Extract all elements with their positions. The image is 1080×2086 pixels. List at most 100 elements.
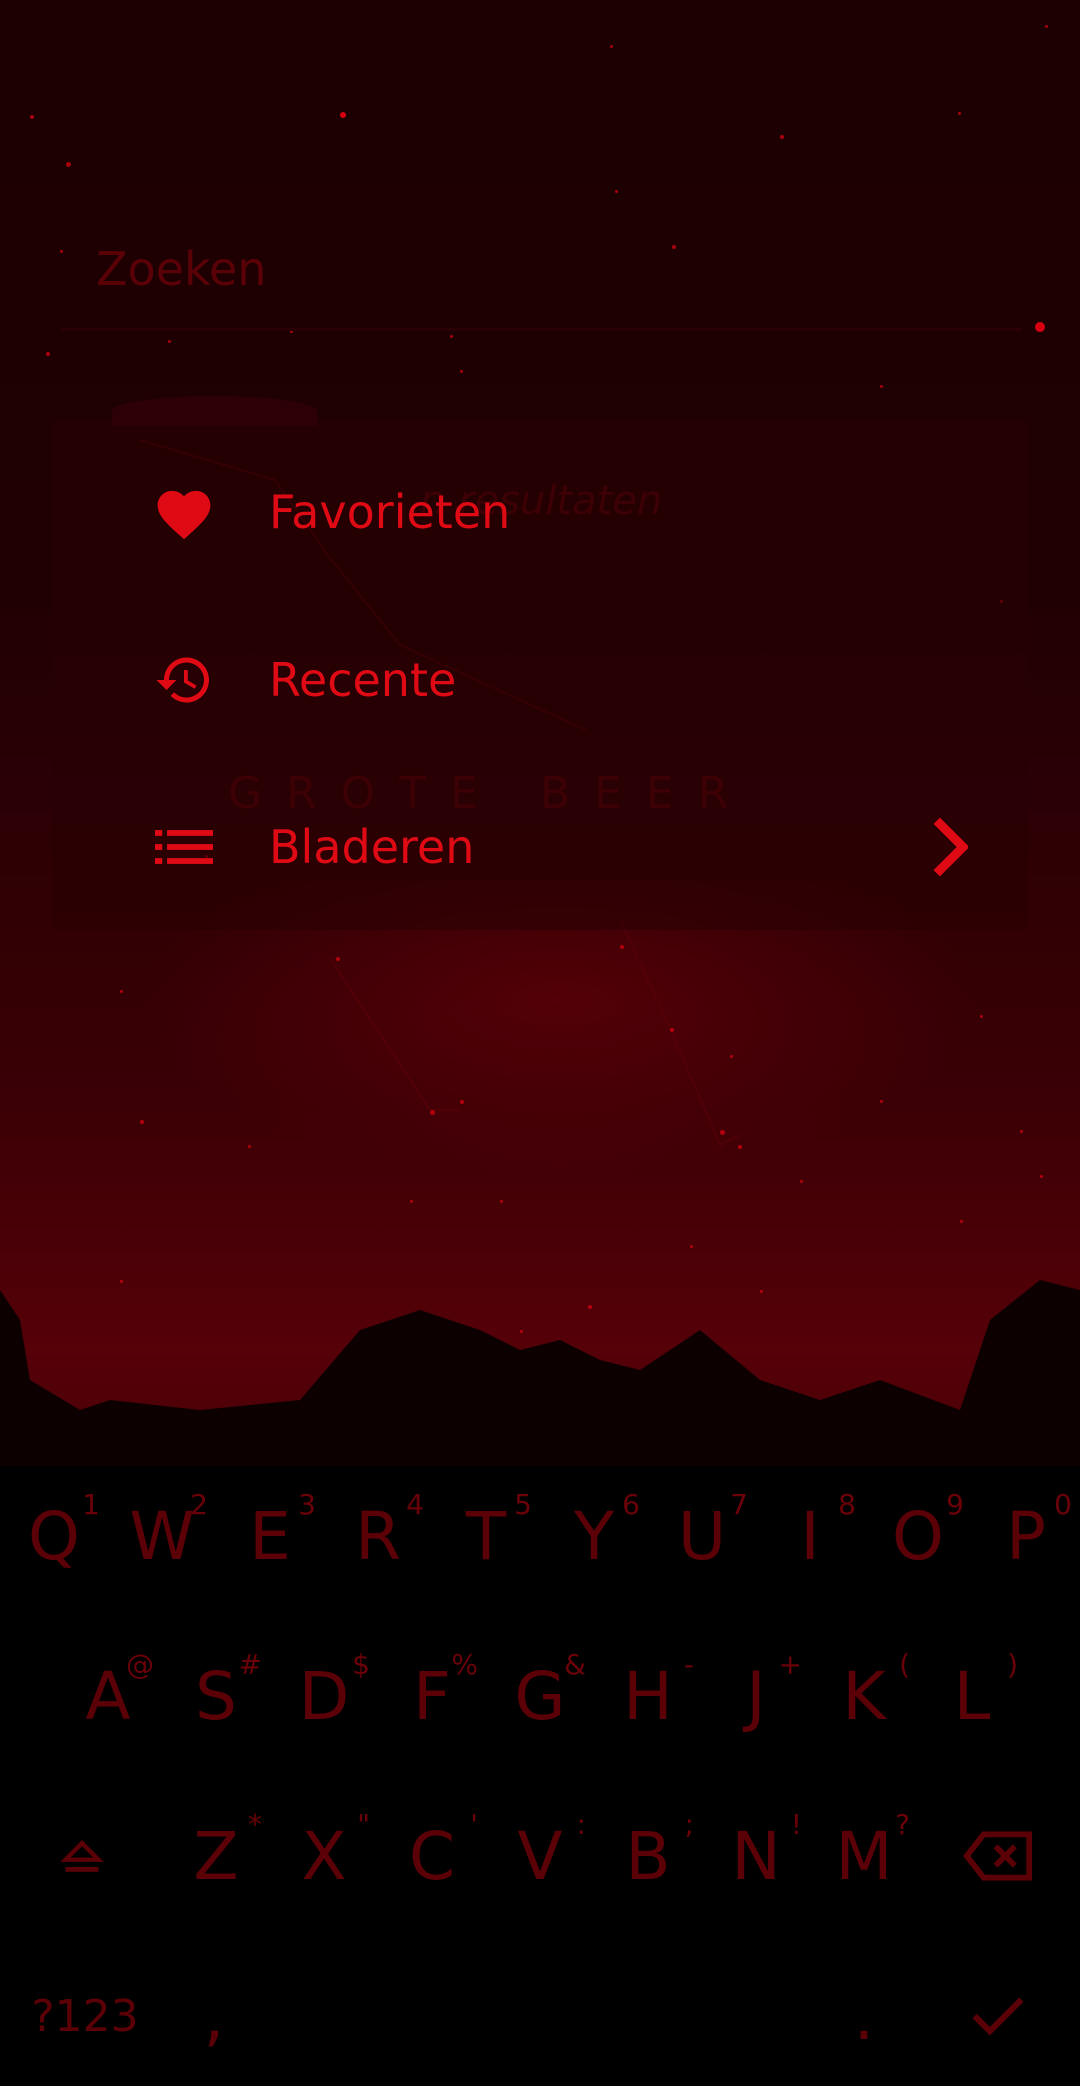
key-hint: *: [248, 1808, 262, 1841]
key-t[interactable]: 5T: [432, 1466, 540, 1606]
key-label: O: [892, 1497, 944, 1575]
key-label: L: [953, 1657, 991, 1735]
key-hint: 7: [730, 1488, 748, 1521]
key-d[interactable]: $ D: [270, 1626, 378, 1766]
shift-icon[interactable]: [28, 1786, 136, 1926]
key-m[interactable]: ? M: [810, 1786, 918, 1926]
key-hint: ): [1007, 1648, 1018, 1681]
key-n[interactable]: ! N: [702, 1786, 810, 1926]
star: [120, 990, 123, 993]
key-a[interactable]: @ A: [54, 1626, 162, 1766]
key-label: T: [465, 1497, 507, 1575]
key-label: Q: [28, 1497, 80, 1575]
star: [410, 1200, 413, 1203]
key-hint: !: [790, 1808, 802, 1841]
key-c[interactable]: ' C: [378, 1786, 486, 1926]
star: [430, 1110, 435, 1115]
menu-item-favorites[interactable]: Favorieten: [52, 428, 1028, 596]
key-label: S: [195, 1657, 237, 1735]
star: [248, 1145, 251, 1148]
key-v[interactable]: :V: [486, 1786, 594, 1926]
key-z[interactable]: * Z: [162, 1786, 270, 1926]
key-hint: 6: [622, 1488, 640, 1521]
key-p[interactable]: 0P: [972, 1466, 1080, 1606]
moon-shape: [112, 396, 317, 426]
star: [610, 45, 613, 48]
comma-key[interactable]: ,: [160, 1946, 268, 2086]
key-label: Z: [193, 1817, 239, 1895]
key-y[interactable]: 6Y: [540, 1466, 648, 1606]
star: [980, 1015, 983, 1018]
period-key[interactable]: .: [810, 1946, 918, 2086]
key-label: ,: [203, 1977, 225, 2055]
key-g[interactable]: & G: [486, 1626, 594, 1766]
chevron-right-icon: [928, 817, 970, 877]
star: [960, 1220, 963, 1223]
star: [30, 115, 34, 119]
key-hint: ?: [895, 1808, 910, 1841]
key-o[interactable]: 9O: [864, 1466, 972, 1606]
menu-item-browse[interactable]: Bladeren: [52, 763, 1028, 931]
key-label: ?123: [31, 1990, 139, 2042]
key-hint: 8: [838, 1488, 856, 1521]
star: [880, 1100, 883, 1103]
key-hint: %: [451, 1648, 478, 1681]
star: [670, 1028, 674, 1032]
key-label: E: [249, 1497, 291, 1575]
key-f[interactable]: % F: [378, 1626, 486, 1766]
key-s[interactable]: # S: [162, 1626, 270, 1766]
key-b[interactable]: ; B: [594, 1786, 702, 1926]
key-w[interactable]: 2W: [108, 1466, 216, 1606]
key-label: J: [746, 1657, 766, 1735]
star: [738, 1145, 742, 1149]
list-icon: [149, 812, 219, 882]
key-label: V: [517, 1817, 563, 1895]
star: [66, 162, 71, 167]
key-label: A: [85, 1657, 131, 1735]
star: [46, 352, 50, 356]
key-label: R: [355, 1497, 401, 1575]
key-q[interactable]: 1Q: [0, 1466, 108, 1606]
key-hint: 4: [406, 1488, 424, 1521]
menu-item-recent[interactable]: Recente: [52, 596, 1028, 764]
key-hint: 3: [298, 1488, 316, 1521]
star: [780, 135, 784, 139]
key-hint: +: [778, 1648, 802, 1681]
star: [1035, 322, 1045, 332]
symbols-key[interactable]: ?123: [20, 1946, 150, 2086]
check-icon[interactable]: [944, 1946, 1052, 2086]
star: [1020, 1130, 1023, 1133]
key-label: K: [842, 1657, 886, 1735]
key-label: N: [731, 1817, 781, 1895]
backspace-icon[interactable]: [944, 1786, 1052, 1926]
key-hint: :: [576, 1808, 586, 1841]
star: [800, 1180, 803, 1183]
spacebar[interactable]: [270, 1946, 810, 2086]
key-x[interactable]: " X: [270, 1786, 378, 1926]
key-hint: #: [238, 1648, 262, 1681]
key-u[interactable]: 7U: [648, 1466, 756, 1606]
key-label: F: [413, 1657, 451, 1735]
key-l[interactable]: ) L: [918, 1626, 1026, 1766]
heart-icon: [149, 477, 219, 547]
key-label: X: [301, 1817, 347, 1895]
key-e[interactable]: 3E: [216, 1466, 324, 1606]
star: [1040, 1175, 1043, 1178]
key-j[interactable]: + J: [702, 1626, 810, 1766]
star: [460, 1100, 464, 1104]
search-bar[interactable]: [62, 210, 1022, 331]
star: [140, 1120, 144, 1124]
menu-item-label: Recente: [269, 653, 457, 707]
key-hint: ': [470, 1808, 478, 1841]
key-label: C: [408, 1817, 456, 1895]
key-label: U: [677, 1497, 727, 1575]
key-i[interactable]: 8I: [756, 1466, 864, 1606]
key-r[interactable]: 4R: [324, 1466, 432, 1606]
menu-item-label: Bladeren: [269, 820, 475, 874]
key-h[interactable]: -H: [594, 1626, 702, 1766]
key-label: W: [129, 1497, 195, 1575]
star: [730, 1055, 733, 1058]
key-label: .: [853, 1977, 875, 2055]
key-k[interactable]: (K: [810, 1626, 918, 1766]
search-input[interactable]: [62, 210, 1022, 328]
